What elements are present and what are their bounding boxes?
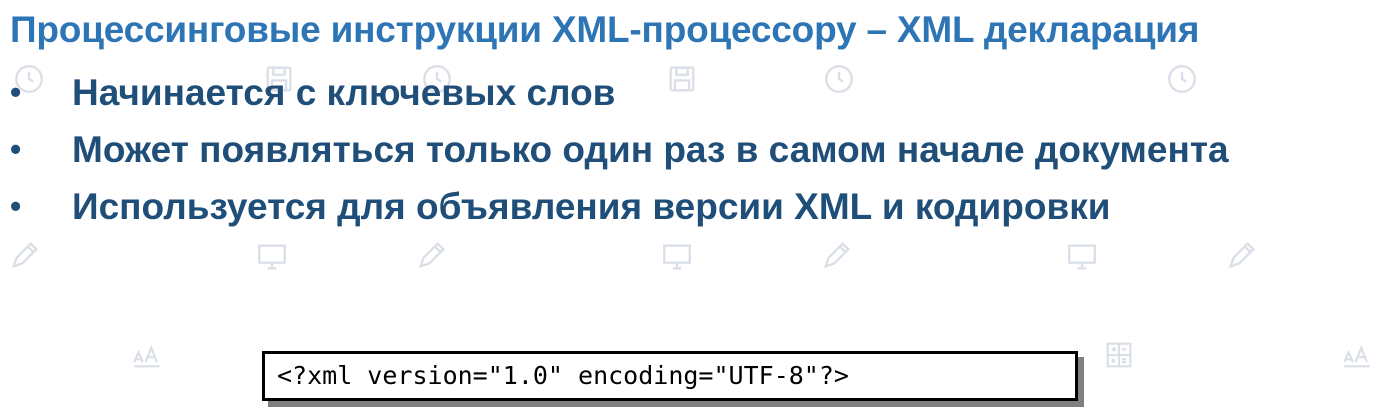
- monitor-icon: [255, 240, 289, 274]
- bullet-text: Может появляться только один раз в самом…: [72, 129, 1229, 170]
- bullet-marker: •: [10, 74, 22, 110]
- pencil-icon: [1225, 238, 1259, 272]
- font-size-icon: [130, 338, 164, 372]
- bullet-marker: •: [10, 131, 22, 167]
- code-block: <?xml version="1.0" encoding="UTF-8"?>: [262, 351, 1078, 401]
- bullet-list: • Начинается с ключевых слов • Может поя…: [0, 64, 1229, 235]
- monitor-icon: [660, 240, 694, 274]
- xml-declaration-code: <?xml version="1.0" encoding="UTF-8"?>: [277, 361, 849, 390]
- bullet-item: • Может появляться только один раз в сам…: [0, 121, 1229, 178]
- bullet-item: • Используется для объявления версии XML…: [0, 178, 1229, 235]
- bullet-marker: •: [10, 188, 22, 224]
- pencil-icon: [415, 238, 449, 272]
- font-size-icon: [1340, 338, 1374, 372]
- bullet-item: • Начинается с ключевых слов: [0, 64, 1229, 121]
- pencil-icon: [8, 238, 42, 272]
- pencil-icon: [820, 238, 854, 272]
- slide-title: Процессинговые инструкции XML-процессору…: [10, 9, 1200, 50]
- bullet-text: Начинается с ключевых слов: [72, 72, 616, 113]
- bullet-text: Используется для объявления версии XML и…: [72, 186, 1111, 227]
- monitor-icon: [1065, 240, 1099, 274]
- calculator-icon: [1102, 338, 1136, 372]
